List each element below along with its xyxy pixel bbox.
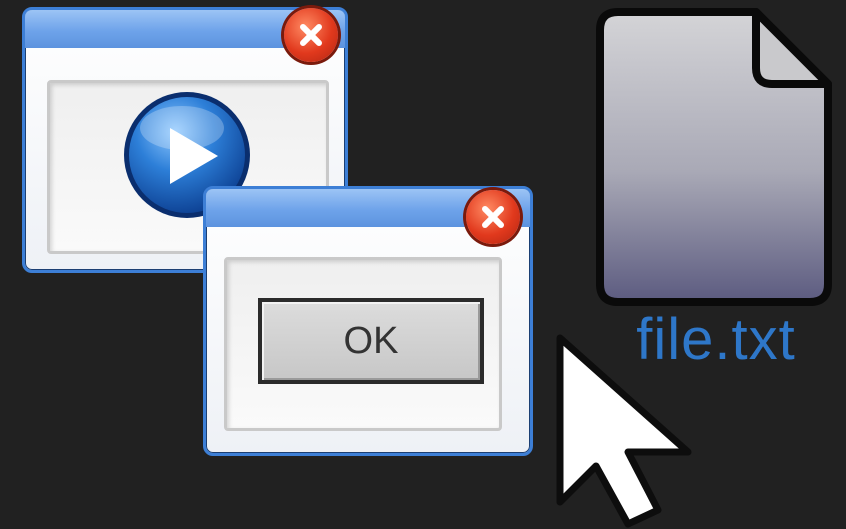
mouse-cursor-icon: [556, 334, 692, 528]
close-icon[interactable]: [466, 190, 520, 244]
file-icon[interactable]: [596, 6, 834, 308]
desktop: OK file.txt: [0, 0, 846, 529]
close-icon[interactable]: [284, 8, 338, 62]
ok-button[interactable]: OK: [258, 298, 484, 384]
